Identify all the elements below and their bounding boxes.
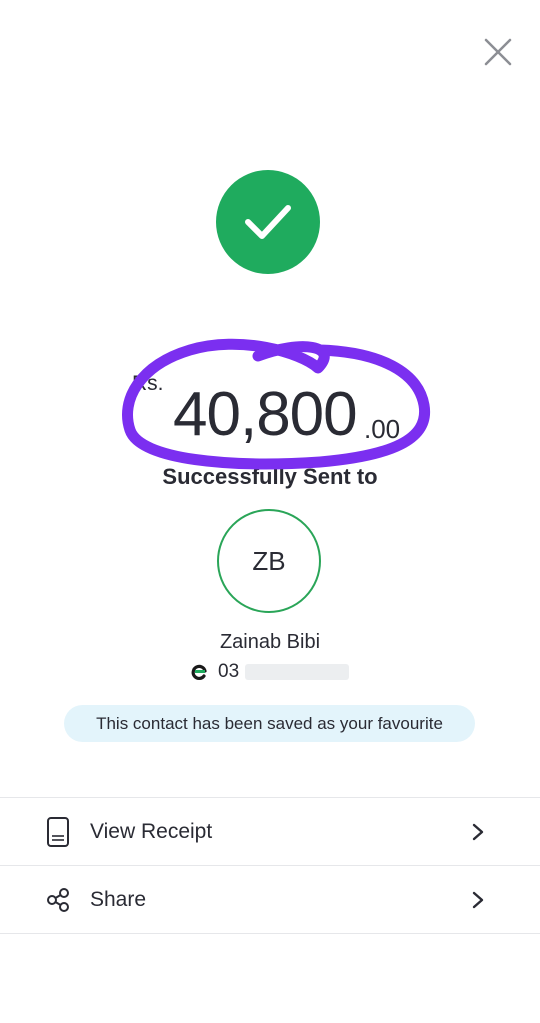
amount-value: 40,800 xyxy=(173,380,358,449)
share-label: Share xyxy=(90,888,147,911)
close-icon xyxy=(484,38,512,66)
recipient-number: 03 xyxy=(218,661,240,682)
success-badge xyxy=(216,170,320,274)
easypaisa-icon xyxy=(191,663,209,681)
view-receipt-label: View Receipt xyxy=(90,820,213,843)
avatar-initials: ZB xyxy=(252,545,286,576)
chevron-right-icon xyxy=(472,823,484,841)
status-text: Successfully Sent to xyxy=(162,464,378,489)
recipient-name: Zainab Bibi xyxy=(219,631,321,653)
view-receipt-row[interactable]: View Receipt xyxy=(0,799,540,865)
favourite-banner: This contact has been saved as your favo… xyxy=(64,705,475,742)
divider xyxy=(0,797,540,798)
share-row[interactable]: Share xyxy=(0,867,540,933)
divider xyxy=(0,865,540,866)
chevron-right-icon xyxy=(472,891,484,909)
share-icon xyxy=(47,888,69,912)
divider xyxy=(0,933,540,934)
checkmark-icon xyxy=(245,205,291,239)
favourite-banner-text: This contact has been saved as your favo… xyxy=(96,713,443,733)
recipient-avatar: ZB xyxy=(217,509,321,613)
amount-decimals: .00 xyxy=(364,414,401,444)
redacted-number-part xyxy=(245,664,350,680)
close-button[interactable] xyxy=(478,32,518,72)
receipt-icon xyxy=(47,817,69,847)
recipient-number-row: 03 xyxy=(190,660,350,684)
currency-label: Rs. xyxy=(132,372,164,395)
